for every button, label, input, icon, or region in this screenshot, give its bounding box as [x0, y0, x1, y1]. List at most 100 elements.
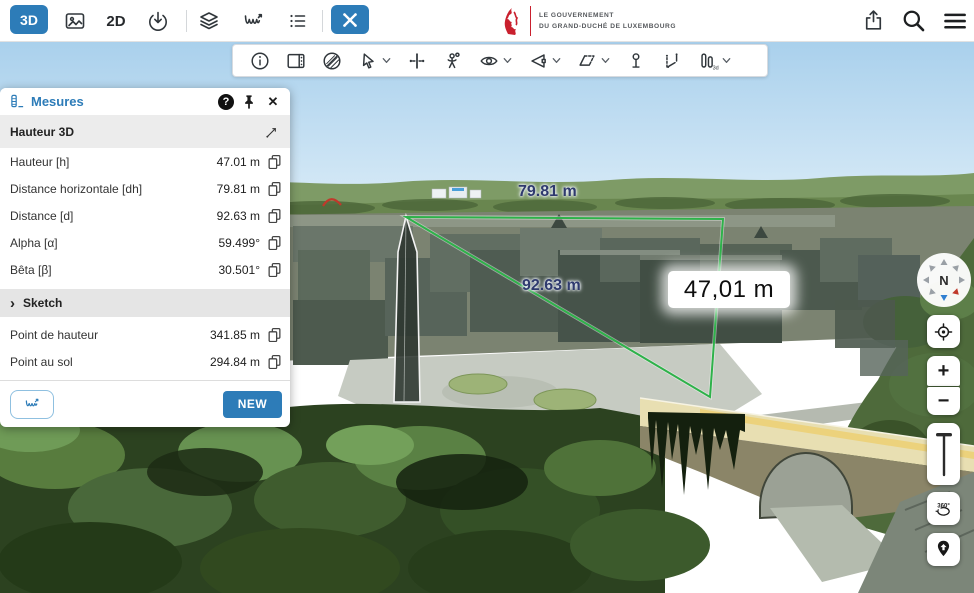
close-button[interactable]: ✕	[264, 93, 282, 111]
measure-tools-button[interactable]	[331, 5, 369, 34]
copy-button[interactable]	[267, 262, 282, 277]
rotate-360-label: 360°	[937, 503, 950, 509]
draw-wave-icon	[23, 395, 41, 413]
chevron-down-icon	[721, 55, 732, 66]
ground-view-pin-icon	[933, 538, 954, 561]
cursor-icon	[357, 50, 379, 72]
chevron-down-icon	[502, 55, 513, 66]
mode-3d-button[interactable]: 3D	[10, 5, 48, 34]
layers-button[interactable]	[196, 9, 222, 33]
search-button[interactable]	[900, 7, 927, 34]
info-button[interactable]	[243, 46, 277, 76]
geolocate-button[interactable]	[927, 315, 960, 348]
row-value: 341.85 m	[210, 328, 260, 342]
mode-2d-button[interactable]: 2D	[101, 9, 131, 33]
copy-button[interactable]	[267, 181, 282, 196]
measure-row: Point au sol 294.84 m	[0, 348, 290, 375]
row-label: Distance horizontale [dh]	[10, 182, 217, 196]
copy-button[interactable]	[267, 235, 282, 250]
info-icon	[249, 50, 271, 72]
measure-3d-icon	[661, 50, 683, 72]
contrast-icon	[321, 50, 343, 72]
swipe-tool-button[interactable]	[400, 46, 434, 76]
chevron-down-icon	[600, 55, 611, 66]
new-measure-button[interactable]: NEW	[223, 391, 282, 418]
visibility-tool-button[interactable]	[472, 46, 519, 76]
share-button[interactable]	[861, 8, 886, 33]
geolocate-icon	[933, 321, 954, 343]
hamburger-icon	[941, 7, 968, 34]
crossed-tools-icon	[338, 8, 362, 32]
slider-handle-icon	[932, 428, 956, 480]
panel-header: Mesures ? ✕	[0, 88, 290, 115]
themes-button[interactable]	[240, 9, 266, 33]
minus-icon: −	[938, 391, 950, 411]
svg-text:3d: 3d	[713, 65, 719, 71]
row-label: Distance [d]	[10, 209, 217, 223]
measure-row: Point de hauteur 341.85 m	[0, 321, 290, 348]
copy-button[interactable]	[267, 208, 282, 223]
gov-logo: LE GOUVERNEMENT DU GRAND-DUCHÉ DE LUXEMB…	[500, 4, 676, 38]
download-icon	[146, 9, 170, 33]
catalog-button[interactable]	[284, 9, 310, 33]
header-separator	[322, 10, 323, 32]
contrast-button[interactable]	[315, 46, 349, 76]
plus-icon: +	[938, 361, 950, 381]
copy-button[interactable]	[267, 154, 282, 169]
pin-button[interactable]	[240, 93, 258, 111]
lion-icon	[500, 6, 524, 36]
view-cone-button[interactable]	[521, 46, 568, 76]
tilt-slider[interactable]	[927, 423, 960, 485]
copy-icon	[267, 154, 282, 169]
section-hauteur-3d: Hauteur 3D	[0, 115, 290, 148]
copy-icon	[267, 354, 282, 369]
menu-button[interactable]	[941, 7, 968, 34]
lamp-tool-button[interactable]	[619, 46, 653, 76]
streetview-button[interactable]	[436, 46, 470, 76]
sketch-label: Sketch	[23, 296, 62, 310]
measure-pick-icon[interactable]	[264, 124, 280, 140]
chevron-right-icon: ›	[10, 296, 15, 311]
measure-row: Distance [d] 92.63 m	[0, 202, 290, 229]
select-tool-button[interactable]	[351, 46, 398, 76]
shadow-box-icon	[576, 50, 598, 72]
zoom-out-button[interactable]: −	[927, 387, 960, 415]
themes-icon	[241, 9, 265, 33]
measure-row: Bêta [β] 30.501°	[0, 256, 290, 283]
compass[interactable]: N	[915, 251, 973, 309]
building-3d-icon: 3d	[697, 50, 719, 72]
measure-row: Alpha [α] 59.499°	[0, 229, 290, 256]
copy-icon	[267, 327, 282, 342]
rotate-360-icon: 360°	[933, 496, 954, 522]
split-screen-button[interactable]	[279, 46, 313, 76]
section-title: Hauteur 3D	[10, 125, 74, 139]
shadows-tool-button[interactable]	[570, 46, 617, 76]
background-gallery-button[interactable]	[62, 9, 88, 33]
download-button[interactable]	[145, 9, 171, 33]
help-button[interactable]: ?	[218, 94, 234, 110]
row-value: 294.84 m	[210, 355, 260, 369]
measure-row: Hauteur [h] 47.01 m	[0, 148, 290, 175]
copy-icon	[267, 181, 282, 196]
sketch-toggle[interactable]: › Sketch	[0, 289, 290, 317]
search-icon	[900, 7, 927, 34]
close-icon: ✕	[268, 94, 279, 110]
measure-panel-icon	[10, 94, 25, 109]
copy-button[interactable]	[267, 354, 282, 369]
measure-label-d: 92.63 m	[522, 277, 581, 295]
copy-icon	[267, 235, 282, 250]
list-icon	[285, 9, 309, 33]
row-value: 30.501°	[218, 263, 260, 277]
building-slice-button[interactable]: 3d	[691, 46, 738, 76]
rotate-360-button[interactable]: 360°	[927, 492, 960, 525]
layers-icon	[197, 9, 221, 33]
copy-button[interactable]	[267, 327, 282, 342]
row-label: Bêta [β]	[10, 263, 218, 277]
ground-view-button[interactable]	[927, 533, 960, 566]
measure-label-dh: 79.81 m	[518, 183, 577, 201]
panel-footer: NEW	[0, 380, 290, 427]
redraw-button[interactable]	[10, 390, 54, 419]
zoom-in-button[interactable]: +	[927, 356, 960, 386]
measure-3d-button[interactable]	[655, 46, 689, 76]
row-label: Point de hauteur	[10, 328, 210, 342]
